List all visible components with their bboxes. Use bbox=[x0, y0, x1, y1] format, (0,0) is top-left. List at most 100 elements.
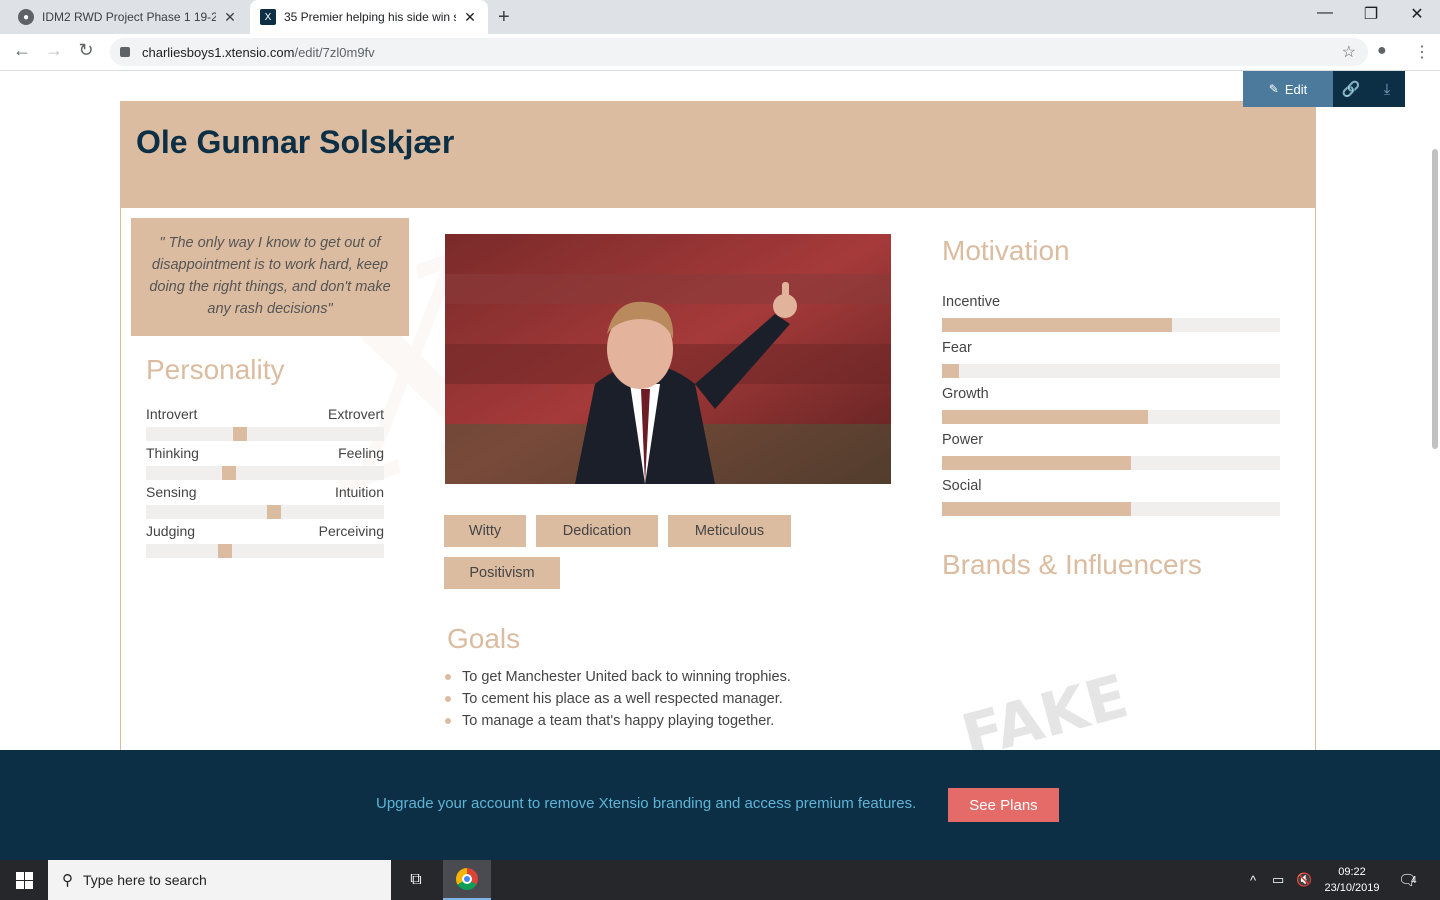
persona-header: Ole Gunnar Solskjær bbox=[121, 102, 1315, 208]
chrome-taskbar-button[interactable] bbox=[443, 860, 491, 900]
personality-marker[interactable] bbox=[218, 544, 232, 558]
motivation-track[interactable] bbox=[942, 364, 1280, 378]
personality-slider[interactable]: Sensing Intuition bbox=[146, 484, 384, 519]
tag-chip[interactable]: Dedication bbox=[536, 515, 658, 547]
account-icon[interactable]: ● bbox=[1377, 42, 1387, 60]
persona-name[interactable]: Ole Gunnar Solskjær bbox=[136, 124, 454, 161]
personality-left-label: Introvert bbox=[146, 406, 198, 422]
tag-chip[interactable]: Witty bbox=[444, 515, 526, 547]
page-content: X FAKE Ole Gunnar Solskjær " The only wa… bbox=[0, 71, 1440, 750]
forward-icon[interactable]: → bbox=[42, 40, 66, 61]
see-plans-button[interactable]: See Plans bbox=[948, 788, 1059, 822]
persona-photo[interactable] bbox=[445, 234, 891, 484]
persona-card: X FAKE Ole Gunnar Solskjær " The only wa… bbox=[120, 101, 1316, 750]
url-host: charliesboys1.xtensio.com bbox=[142, 44, 295, 60]
taskbar-clock[interactable]: 09:22 23/10/2019 bbox=[1316, 864, 1388, 896]
personality-track[interactable] bbox=[146, 466, 384, 480]
personality-marker[interactable] bbox=[222, 466, 236, 480]
motivation-label: Social bbox=[942, 478, 982, 494]
chrome-icon bbox=[456, 868, 478, 890]
reload-icon[interactable]: ↻ bbox=[74, 40, 98, 61]
address-toolbar: ← → ↻ charliesboys1.xtensio.com /edit/7z… bbox=[0, 34, 1440, 71]
personality-right-label: Feeling bbox=[338, 445, 384, 461]
motivation-track[interactable] bbox=[942, 456, 1280, 470]
motivation-item[interactable]: Social bbox=[942, 478, 1280, 516]
upgrade-banner: Upgrade your account to remove Xtensio b… bbox=[0, 750, 1440, 860]
maximize-window-button[interactable]: ❐ bbox=[1348, 4, 1394, 24]
tag-chip[interactable]: Positivism bbox=[444, 557, 560, 589]
personality-right-label: Perceiving bbox=[318, 523, 384, 539]
personality-track[interactable] bbox=[146, 427, 384, 441]
globe-icon: ● bbox=[18, 9, 34, 25]
close-tab-icon[interactable]: ✕ bbox=[222, 9, 238, 26]
close-window-button[interactable]: ✕ bbox=[1394, 4, 1440, 24]
notifications-icon[interactable]: 🗨 4 bbox=[1398, 860, 1417, 900]
personality-slider[interactable]: Thinking Feeling bbox=[146, 445, 384, 480]
goals-title: Goals bbox=[447, 623, 521, 654]
personality-marker[interactable] bbox=[267, 505, 281, 519]
scrollbar[interactable] bbox=[1432, 149, 1438, 449]
taskbar-search[interactable]: ⚲ Type here to search bbox=[48, 860, 391, 900]
volume-muted-icon[interactable]: 🔇 bbox=[1296, 860, 1312, 900]
minimize-window-button[interactable]: — bbox=[1302, 4, 1348, 22]
search-placeholder: Type here to search bbox=[83, 872, 207, 888]
browser-tab-xtensio[interactable]: X 35 Premier helping his side win s ✕ bbox=[250, 0, 488, 34]
start-button[interactable] bbox=[0, 860, 48, 900]
personality-right-label: Extrovert bbox=[327, 406, 384, 422]
star-icon[interactable]: ☆ bbox=[1342, 42, 1356, 62]
task-view-icon[interactable]: ⧉ bbox=[392, 860, 440, 900]
menu-icon[interactable]: ⋮ bbox=[1414, 42, 1430, 62]
windows-icon bbox=[15, 871, 33, 889]
motivation-title: Motivation bbox=[942, 235, 1070, 266]
browser-tab-bar: ● IDM2 RWD Project Phase 1 19-20 ✕ X 35 … bbox=[0, 0, 1440, 34]
tab-title: 35 Premier helping his side win s bbox=[284, 10, 456, 24]
link-icon[interactable]: 🔗 bbox=[1333, 71, 1369, 107]
motivation-fill bbox=[942, 410, 1148, 424]
tag-chip[interactable]: Meticulous bbox=[668, 515, 791, 547]
personality-title: Personality bbox=[146, 354, 285, 385]
personality-slider[interactable]: Introvert Extrovert bbox=[146, 406, 384, 441]
editor-toolbar: ✎ Edit 🔗 ⤓ bbox=[1243, 71, 1405, 107]
new-tab-button[interactable]: + bbox=[498, 6, 510, 29]
motivation-track[interactable] bbox=[942, 318, 1280, 332]
goal-item[interactable]: To get Manchester United back to winning… bbox=[445, 666, 791, 688]
personality-track[interactable] bbox=[146, 544, 384, 558]
personality-left-label: Sensing bbox=[146, 484, 197, 500]
clock-date: 23/10/2019 bbox=[1324, 882, 1380, 894]
motivation-track[interactable] bbox=[942, 502, 1280, 516]
tray-chevron-icon[interactable]: ^ bbox=[1250, 860, 1256, 900]
personality-slider[interactable]: Judging Perceiving bbox=[146, 523, 384, 558]
browser-tab-idm2[interactable]: ● IDM2 RWD Project Phase 1 19-20 ✕ bbox=[8, 0, 248, 34]
motivation-label: Power bbox=[942, 432, 984, 448]
personality-marker[interactable] bbox=[233, 427, 247, 441]
brands-title: Brands & Influencers bbox=[942, 549, 1202, 580]
motivation-label: Fear bbox=[942, 340, 972, 356]
notification-count: 4 bbox=[1411, 874, 1417, 886]
goal-item[interactable]: To cement his place as a well respected … bbox=[445, 688, 791, 710]
network-icon[interactable]: ▭ bbox=[1272, 860, 1284, 900]
back-icon[interactable]: ← bbox=[10, 40, 34, 61]
lock-icon bbox=[120, 47, 130, 57]
url-bar[interactable]: charliesboys1.xtensio.com /edit/7zl0m9fv… bbox=[110, 38, 1368, 66]
motivation-fill bbox=[942, 364, 959, 378]
motivation-label: Growth bbox=[942, 386, 989, 402]
search-icon: ⚲ bbox=[62, 872, 73, 889]
motivation-item[interactable]: Fear bbox=[942, 340, 1280, 378]
motivation-fill bbox=[942, 456, 1131, 470]
edit-button[interactable]: ✎ Edit bbox=[1243, 71, 1333, 107]
persona-quote[interactable]: " The only way I know to get out of disa… bbox=[131, 218, 409, 336]
close-tab-icon[interactable]: ✕ bbox=[462, 9, 478, 26]
goal-item[interactable]: To manage a team that's happy playing to… bbox=[445, 710, 791, 732]
motivation-label: Incentive bbox=[942, 294, 1001, 310]
personality-labels: Judging Perceiving bbox=[146, 523, 384, 539]
upgrade-text: Upgrade your account to remove Xtensio b… bbox=[376, 795, 917, 812]
motivation-track[interactable] bbox=[942, 410, 1280, 424]
fake-stamp: FAKE bbox=[954, 661, 1136, 750]
motivation-item[interactable]: Power bbox=[942, 432, 1280, 470]
motivation-item[interactable]: Growth bbox=[942, 386, 1280, 424]
motivation-item[interactable]: Incentive bbox=[942, 294, 1280, 332]
download-icon[interactable]: ⤓ bbox=[1369, 71, 1405, 107]
personality-labels: Sensing Intuition bbox=[146, 484, 384, 500]
personality-track[interactable] bbox=[146, 505, 384, 519]
url-path: /edit/7zl0m9fv bbox=[294, 44, 375, 60]
